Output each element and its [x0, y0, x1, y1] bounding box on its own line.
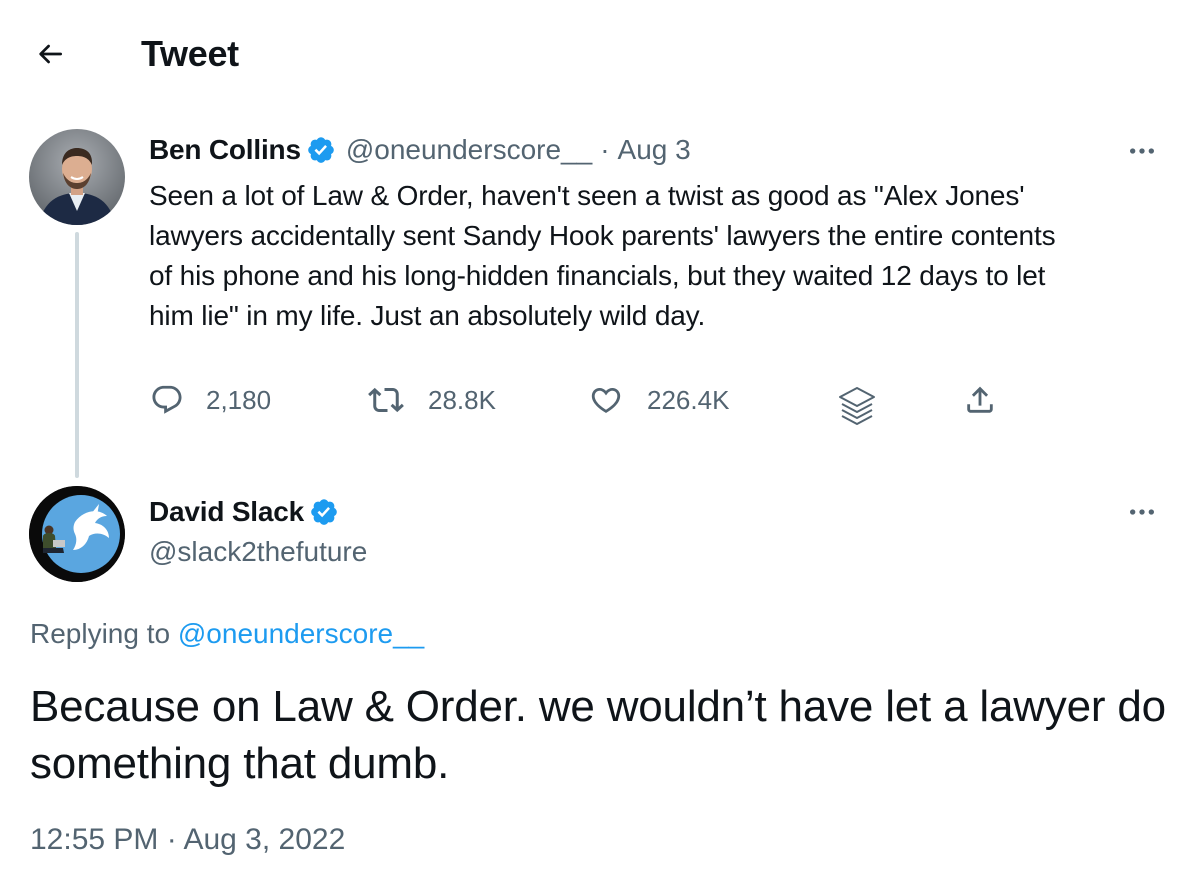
thread-connector-line: [75, 232, 79, 478]
tweet-text: Seen a lot of Law & Order, haven't seen …: [149, 180, 1056, 331]
reply-tweet-text: Because on Law & Order. we wouldn’t have…: [30, 682, 1166, 788]
timestamp-separator: ·: [166, 823, 177, 856]
more-options-button[interactable]: [1122, 131, 1162, 171]
revue-button[interactable]: [836, 384, 878, 428]
avatar-david-slack[interactable]: [29, 486, 125, 582]
retweet-count: 28.8K: [428, 384, 496, 415]
retweet-button[interactable]: 28.8K: [368, 378, 496, 422]
reply-more-options-button[interactable]: [1122, 492, 1162, 532]
arrow-left-icon: [34, 38, 66, 70]
reply-count: 2,180: [206, 384, 272, 415]
replying-to: Replying to @oneunderscore__: [30, 614, 424, 654]
reply-button[interactable]: 2,180: [150, 378, 271, 422]
separator-dot: ·: [600, 134, 610, 165]
reply-tweet-header: David Slack: [149, 494, 339, 530]
timestamp-date[interactable]: Aug 3, 2022: [183, 823, 345, 856]
author-name[interactable]: Ben Collins: [149, 132, 301, 168]
reply-author-name[interactable]: David Slack: [149, 494, 304, 530]
replying-to-handle-link[interactable]: @oneunderscore__: [178, 618, 424, 649]
more-horizontal-icon: [1126, 496, 1158, 528]
reply-icon: [150, 383, 184, 417]
share-icon: [963, 383, 997, 417]
retweet-icon: [368, 382, 404, 418]
parent-tweet-header: Ben Collins @oneunderscore__ · Aug 3: [149, 132, 691, 168]
timestamp-time[interactable]: 12:55 PM: [30, 823, 158, 856]
reply-author-handle[interactable]: @slack2thefuture: [149, 532, 367, 572]
replying-to-label: Replying to: [30, 618, 171, 649]
share-button[interactable]: [963, 378, 997, 422]
page-title: Tweet: [141, 33, 239, 74]
back-button[interactable]: [26, 30, 74, 78]
heart-icon: [589, 383, 623, 417]
verified-badge-icon: [306, 135, 336, 165]
tweet-timestamp: 12:55 PM · Aug 3, 2022: [30, 820, 345, 860]
author-handle[interactable]: @oneunderscore__: [346, 132, 592, 168]
avatar-ben-collins[interactable]: [29, 129, 125, 225]
more-horizontal-icon: [1126, 135, 1158, 167]
layers-icon: [836, 384, 878, 428]
like-count: 226.4K: [647, 384, 730, 415]
verified-badge-icon: [309, 497, 339, 527]
like-button[interactable]: 226.4K: [589, 378, 729, 422]
tweet-date[interactable]: Aug 3: [618, 132, 691, 168]
